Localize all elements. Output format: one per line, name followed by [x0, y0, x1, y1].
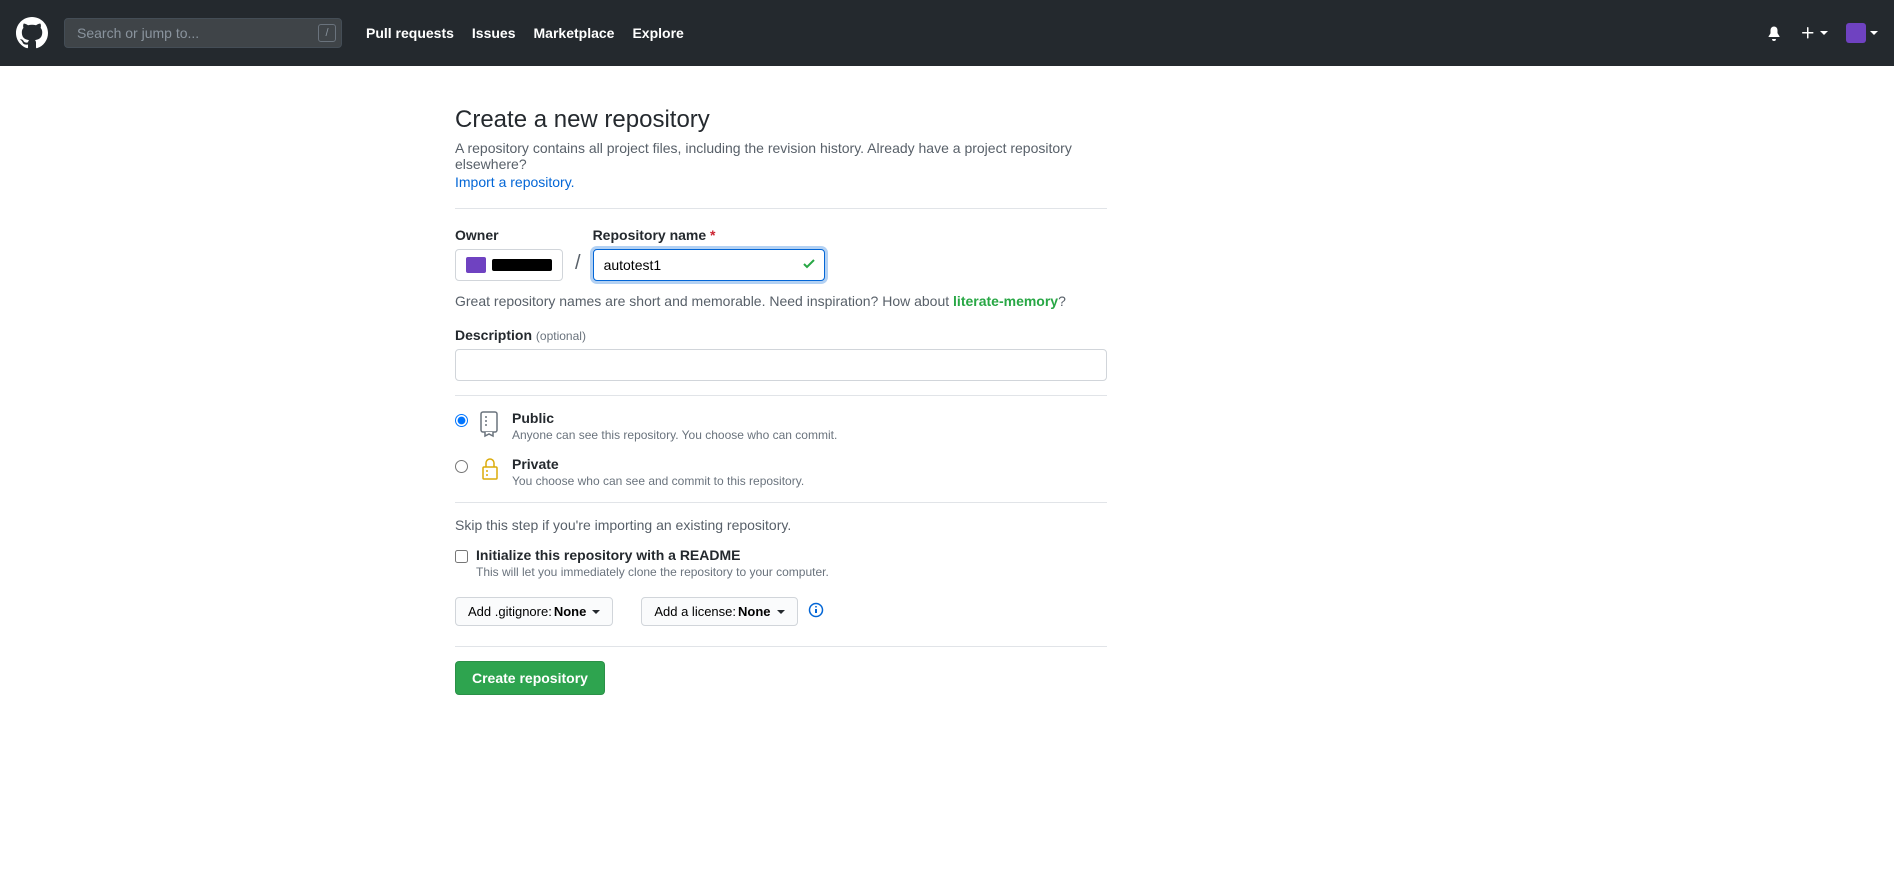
nav-marketplace[interactable]: Marketplace [534, 25, 615, 41]
owner-avatar-icon [466, 257, 486, 273]
divider [455, 502, 1107, 503]
description-input[interactable] [455, 349, 1107, 381]
lock-icon [478, 456, 502, 482]
nav-explore[interactable]: Explore [632, 25, 683, 41]
nav-issues[interactable]: Issues [472, 25, 516, 41]
description-field: Description (optional) [455, 327, 1107, 381]
visibility-private-option[interactable]: Private You choose who can see and commi… [455, 456, 1107, 488]
description-label: Description [455, 327, 532, 343]
owner-name-redacted [492, 259, 552, 271]
license-select-button[interactable]: Add a license: None [641, 597, 797, 626]
github-mark-icon [16, 17, 48, 49]
owner-repo-separator: / [573, 252, 583, 281]
search-slash-hint: / [318, 24, 336, 42]
owner-repo-row: Owner / Repository name * [455, 227, 1107, 281]
gitignore-select-button[interactable]: Add .gitignore: None [455, 597, 613, 626]
gitignore-prefix: Add .gitignore: [468, 604, 552, 619]
visibility-public-radio[interactable] [455, 414, 468, 427]
init-readme-desc: This will let you immediately clone the … [476, 565, 829, 579]
hint-prefix: Great repository names are short and mem… [455, 293, 953, 309]
visibility-private-title: Private [512, 456, 804, 472]
main-content: Create a new repository A repository con… [455, 106, 1107, 695]
repo-name-field: Repository name * [593, 227, 825, 281]
top-header: / Pull requests Issues Marketplace Explo… [0, 0, 1894, 66]
repo-name-hint: Great repository names are short and mem… [455, 293, 1107, 309]
hint-suffix: ? [1058, 293, 1066, 309]
visibility-public-desc: Anyone can see this repository. You choo… [512, 428, 837, 442]
divider [455, 646, 1107, 647]
init-readme-option[interactable]: Initialize this repository with a README… [455, 547, 1107, 579]
init-readme-title: Initialize this repository with a README [476, 547, 829, 563]
nav-pull-requests[interactable]: Pull requests [366, 25, 454, 41]
description-optional: (optional) [536, 329, 586, 343]
search-wrap: / [64, 18, 342, 48]
license-group: Add a license: None [641, 597, 823, 626]
divider [455, 395, 1107, 396]
license-value: None [738, 604, 771, 619]
owner-label: Owner [455, 227, 563, 243]
plus-icon [1800, 25, 1816, 41]
repo-public-icon [478, 410, 502, 438]
visibility-private-radio[interactable] [455, 460, 468, 473]
page-title: Create a new repository [455, 106, 1107, 134]
subtitle-text: A repository contains all project files,… [455, 140, 1072, 172]
github-logo[interactable] [16, 17, 48, 49]
visibility-public-title: Public [512, 410, 837, 426]
info-icon[interactable] [808, 602, 824, 621]
avatar-icon [1846, 23, 1866, 43]
dropdown-row: Add .gitignore: None Add a license: None [455, 597, 1107, 626]
check-icon [801, 256, 817, 275]
user-menu-button[interactable] [1846, 23, 1878, 43]
visibility-private-desc: You choose who can see and commit to thi… [512, 474, 804, 488]
visibility-public-option[interactable]: Public Anyone can see this repository. Y… [455, 410, 1107, 442]
page-subtitle: A repository contains all project files,… [455, 140, 1107, 172]
repo-name-label: Repository name * [593, 227, 825, 243]
owner-select-button[interactable] [455, 249, 563, 281]
skip-import-hint: Skip this step if you're importing an ex… [455, 517, 1107, 533]
gitignore-value: None [554, 604, 587, 619]
search-input[interactable] [64, 18, 342, 48]
visibility-public-text: Public Anyone can see this repository. Y… [512, 410, 837, 442]
create-new-button[interactable] [1800, 25, 1828, 41]
chevron-down-icon [592, 610, 600, 614]
owner-field: Owner [455, 227, 563, 281]
create-repository-button[interactable]: Create repository [455, 661, 605, 695]
repo-name-input[interactable] [593, 249, 825, 281]
chevron-down-icon [1820, 31, 1828, 35]
notifications-button[interactable] [1766, 25, 1782, 41]
import-repo-link[interactable]: Import a repository. [455, 174, 575, 190]
init-readme-text: Initialize this repository with a README… [476, 547, 829, 579]
header-right [1766, 23, 1878, 43]
repo-name-suggestion[interactable]: literate-memory [953, 293, 1058, 309]
init-readme-checkbox[interactable] [455, 550, 468, 563]
header-left: / Pull requests Issues Marketplace Explo… [16, 17, 1766, 49]
main-nav: Pull requests Issues Marketplace Explore [366, 25, 684, 41]
visibility-private-text: Private You choose who can see and commi… [512, 456, 804, 488]
repo-label-text: Repository name [593, 227, 707, 243]
license-prefix: Add a license: [654, 604, 736, 619]
divider [455, 208, 1107, 209]
chevron-down-icon [777, 610, 785, 614]
required-mark: * [710, 227, 715, 243]
repo-input-wrap [593, 249, 825, 281]
bell-icon [1766, 25, 1782, 41]
chevron-down-icon [1870, 31, 1878, 35]
